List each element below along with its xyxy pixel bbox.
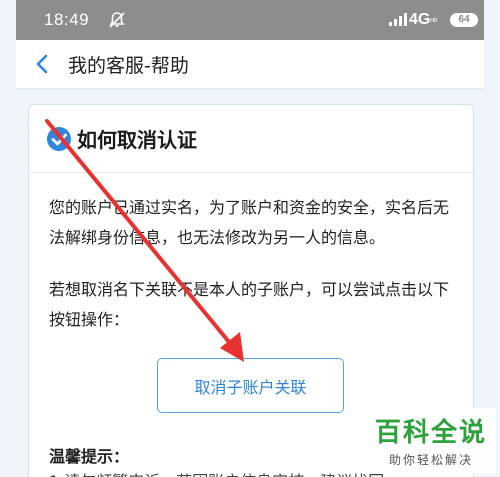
back-arrow-icon[interactable] bbox=[32, 52, 54, 76]
watermark-main: 百科全说 bbox=[374, 418, 487, 448]
watermark-logo: 百科全说 助你轻松解决 bbox=[366, 408, 496, 474]
unlink-sub-account-button[interactable]: 取消子账户关联 bbox=[157, 358, 344, 413]
status-bar: 18:49 4Gᴴᴰ 64 bbox=[16, 0, 484, 40]
article-paragraph-2: 若想取消名下关联不是本人的子账户，可以尝试点击以下按钮操作： bbox=[49, 280, 450, 329]
signal-icon bbox=[389, 13, 407, 26]
tips-heading: 温馨提示： bbox=[49, 447, 130, 466]
article-paragraph-1: 您的账户已通过实名，为了账户和资金的安全，实名后无法解绑身份信息，也无法修改为另… bbox=[49, 198, 450, 247]
article-title: 如何取消认证 bbox=[77, 128, 197, 152]
status-time: 18:49 bbox=[44, 10, 90, 29]
bell-off-icon bbox=[109, 12, 125, 28]
app-header: 我的客服-帮助 bbox=[16, 40, 484, 89]
network-indicator: 4Gᴴᴰ bbox=[409, 11, 438, 28]
page-title: 我的客服-帮助 bbox=[68, 55, 189, 77]
article-title-row: 如何取消认证 bbox=[29, 105, 473, 173]
phone-screen: 18:49 4Gᴴᴰ 64 我的客服-帮助 如何取消认证 您的账户已通过实名，为… bbox=[0, 0, 500, 477]
battery-indicator: 64 bbox=[450, 13, 478, 27]
watermark-sub: 助你轻松解决 bbox=[388, 453, 473, 467]
check-circle-icon bbox=[47, 127, 71, 151]
